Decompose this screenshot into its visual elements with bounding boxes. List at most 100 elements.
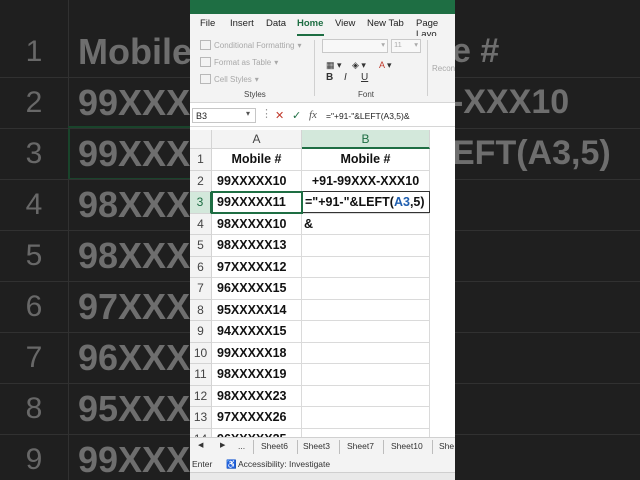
tab-divider xyxy=(253,440,254,454)
tab-divider xyxy=(339,440,340,454)
cell-a[interactable]: 99XXXXX18 xyxy=(212,342,302,364)
mode-indicator: Enter xyxy=(192,459,213,469)
borders-icon[interactable]: ▦ ▾ xyxy=(326,60,342,71)
row-header[interactable]: 1 xyxy=(190,149,212,171)
cell-b[interactable] xyxy=(302,256,430,278)
status-bar: Enter ♿ Accessibility: Investigate xyxy=(190,455,455,472)
cell-b[interactable] xyxy=(302,407,430,429)
chevron-down-icon[interactable]: ▾ xyxy=(246,109,250,118)
edit-text-suffix: ,5) xyxy=(409,195,425,209)
cell-b[interactable] xyxy=(302,342,430,364)
edit-text-prefix: ="+91-"&LEFT( xyxy=(305,195,394,209)
enter-icon[interactable]: ✓ xyxy=(292,109,301,122)
font-name-combo[interactable]: ▾ xyxy=(322,39,388,53)
cell-a[interactable]: 95XXXXX14 xyxy=(212,299,302,321)
cell-b[interactable] xyxy=(302,235,430,257)
row-header[interactable]: 10 xyxy=(190,342,212,364)
sheet-tab[interactable]: Sheet10 xyxy=(391,441,423,451)
sheet-tab-more[interactable]: ... xyxy=(238,441,245,451)
scroll-tabs-left-icon[interactable]: ◀ xyxy=(198,441,203,449)
row-header[interactable]: 13 xyxy=(190,407,212,429)
conditional-formatting-label: Conditional Formatting xyxy=(214,40,295,50)
insert-function-icon[interactable]: fx xyxy=(309,109,317,121)
format-as-table-label: Format as Table xyxy=(214,57,272,67)
fill-color-icon[interactable]: ◈ ▾ xyxy=(352,60,366,71)
cell-a[interactable]: 94XXXXX15 xyxy=(212,321,302,343)
tab-home[interactable]: Home xyxy=(297,18,323,29)
font-color-icon[interactable]: A ▾ xyxy=(379,60,392,71)
edit-cell-reference: A3 xyxy=(393,195,410,209)
sheet-tab[interactable]: She xyxy=(439,441,454,451)
cell-a[interactable]: 98XXXXX10 xyxy=(212,213,302,235)
formula-input[interactable]: ="+91-"&LEFT(A3,5)& xyxy=(326,111,410,121)
tab-divider xyxy=(297,440,298,454)
scroll-tabs-right-icon[interactable]: ▶ xyxy=(220,441,225,449)
cell-a[interactable]: 99XXXXX10 xyxy=(212,170,302,192)
font-group-label: Font xyxy=(358,90,375,99)
select-all-corner[interactable] xyxy=(190,130,212,149)
cell-a[interactable]: 96XXXXX15 xyxy=(212,278,302,300)
ribbon: Conditional Formatting ▾ Format as Table ▾… xyxy=(190,36,455,103)
more-options-icon: ⋮ xyxy=(261,108,272,120)
tab-divider xyxy=(383,440,384,454)
row-header[interactable]: 5 xyxy=(190,235,212,257)
cancel-icon[interactable]: ✕ xyxy=(275,109,284,122)
column-header-b[interactable]: B xyxy=(302,130,430,149)
format-as-table-button[interactable]: Format as Table ▾ xyxy=(200,57,278,67)
cell-b[interactable]: +91-99XXX-XXX10 xyxy=(302,170,430,192)
group-separator xyxy=(427,40,428,96)
excel-window: File Insert Data Home View New Tab Page … xyxy=(190,0,455,480)
cell-a[interactable]: 97XXXXX26 xyxy=(212,407,302,429)
row-header[interactable]: 12 xyxy=(190,385,212,407)
cell-styles-button[interactable]: Cell Styles ▾ xyxy=(200,74,259,84)
row-header[interactable]: 3 xyxy=(190,192,212,214)
recommendations-label: Recon xyxy=(432,64,455,73)
row-header[interactable]: 4 xyxy=(190,213,212,235)
tab-view[interactable]: View xyxy=(335,18,355,29)
row-header[interactable]: 8 xyxy=(190,299,212,321)
cell-a[interactable]: 98XXXXX13 xyxy=(212,235,302,257)
font-size-value: 11 xyxy=(394,40,402,49)
tab-insert[interactable]: Insert xyxy=(230,18,254,29)
cell-b[interactable]: & xyxy=(302,213,430,235)
row-header[interactable]: 2 xyxy=(190,170,212,192)
cell-a[interactable]: 98XXXXX23 xyxy=(212,385,302,407)
sheet-tab[interactable]: Sheet3 xyxy=(303,441,330,451)
tab-divider xyxy=(432,440,433,454)
cell-b[interactable] xyxy=(302,299,430,321)
cell-b[interactable] xyxy=(302,385,430,407)
cell-a[interactable]: 98XXXXX19 xyxy=(212,364,302,386)
italic-button[interactable]: I xyxy=(344,72,347,83)
cell-b3-editor[interactable]: ="+91-"&LEFT(A3,5) xyxy=(302,191,430,213)
taskbar xyxy=(190,472,455,480)
row-header[interactable]: 6 xyxy=(190,256,212,278)
chevron-down-icon: ▾ xyxy=(381,40,385,49)
row-header[interactable]: 7 xyxy=(190,278,212,300)
tab-file[interactable]: File xyxy=(200,18,215,29)
cell-a[interactable]: 99XXXXX11 xyxy=(212,192,302,214)
tab-data[interactable]: Data xyxy=(266,18,286,29)
title-bar xyxy=(190,0,455,14)
formula-bar: B3 ▾ ⋮ ✕ ✓ fx ="+91-"&LEFT(A3,5)& xyxy=(190,106,455,127)
cell-styles-icon xyxy=(200,74,211,84)
group-separator xyxy=(314,40,315,96)
chevron-down-icon: ▾ xyxy=(414,40,418,49)
header-cell-b[interactable]: Mobile # xyxy=(302,149,430,171)
accessibility-status[interactable]: Accessibility: Investigate xyxy=(238,459,330,469)
conditional-formatting-button[interactable]: Conditional Formatting ▾ xyxy=(200,40,302,50)
sheet-tab[interactable]: Sheet6 xyxy=(261,441,288,451)
spreadsheet-grid: A B 1 Mobile # Mobile #2 99XXXXX10 +91-99XXX… xyxy=(190,130,455,450)
underline-button[interactable]: U xyxy=(361,72,368,83)
cell-b[interactable] xyxy=(302,364,430,386)
tab-new-tab[interactable]: New Tab xyxy=(367,18,404,29)
cell-a[interactable]: 97XXXXX12 xyxy=(212,256,302,278)
row-header[interactable]: 9 xyxy=(190,321,212,343)
header-cell-a[interactable]: Mobile # xyxy=(212,149,302,171)
row-header[interactable]: 11 xyxy=(190,364,212,386)
sheet-tab[interactable]: Sheet7 xyxy=(347,441,374,451)
bold-button[interactable]: B xyxy=(326,72,333,83)
column-header-a[interactable]: A xyxy=(212,130,302,149)
font-size-combo[interactable]: 11 ▾ xyxy=(391,39,421,53)
cell-b[interactable] xyxy=(302,321,430,343)
cell-b[interactable] xyxy=(302,278,430,300)
